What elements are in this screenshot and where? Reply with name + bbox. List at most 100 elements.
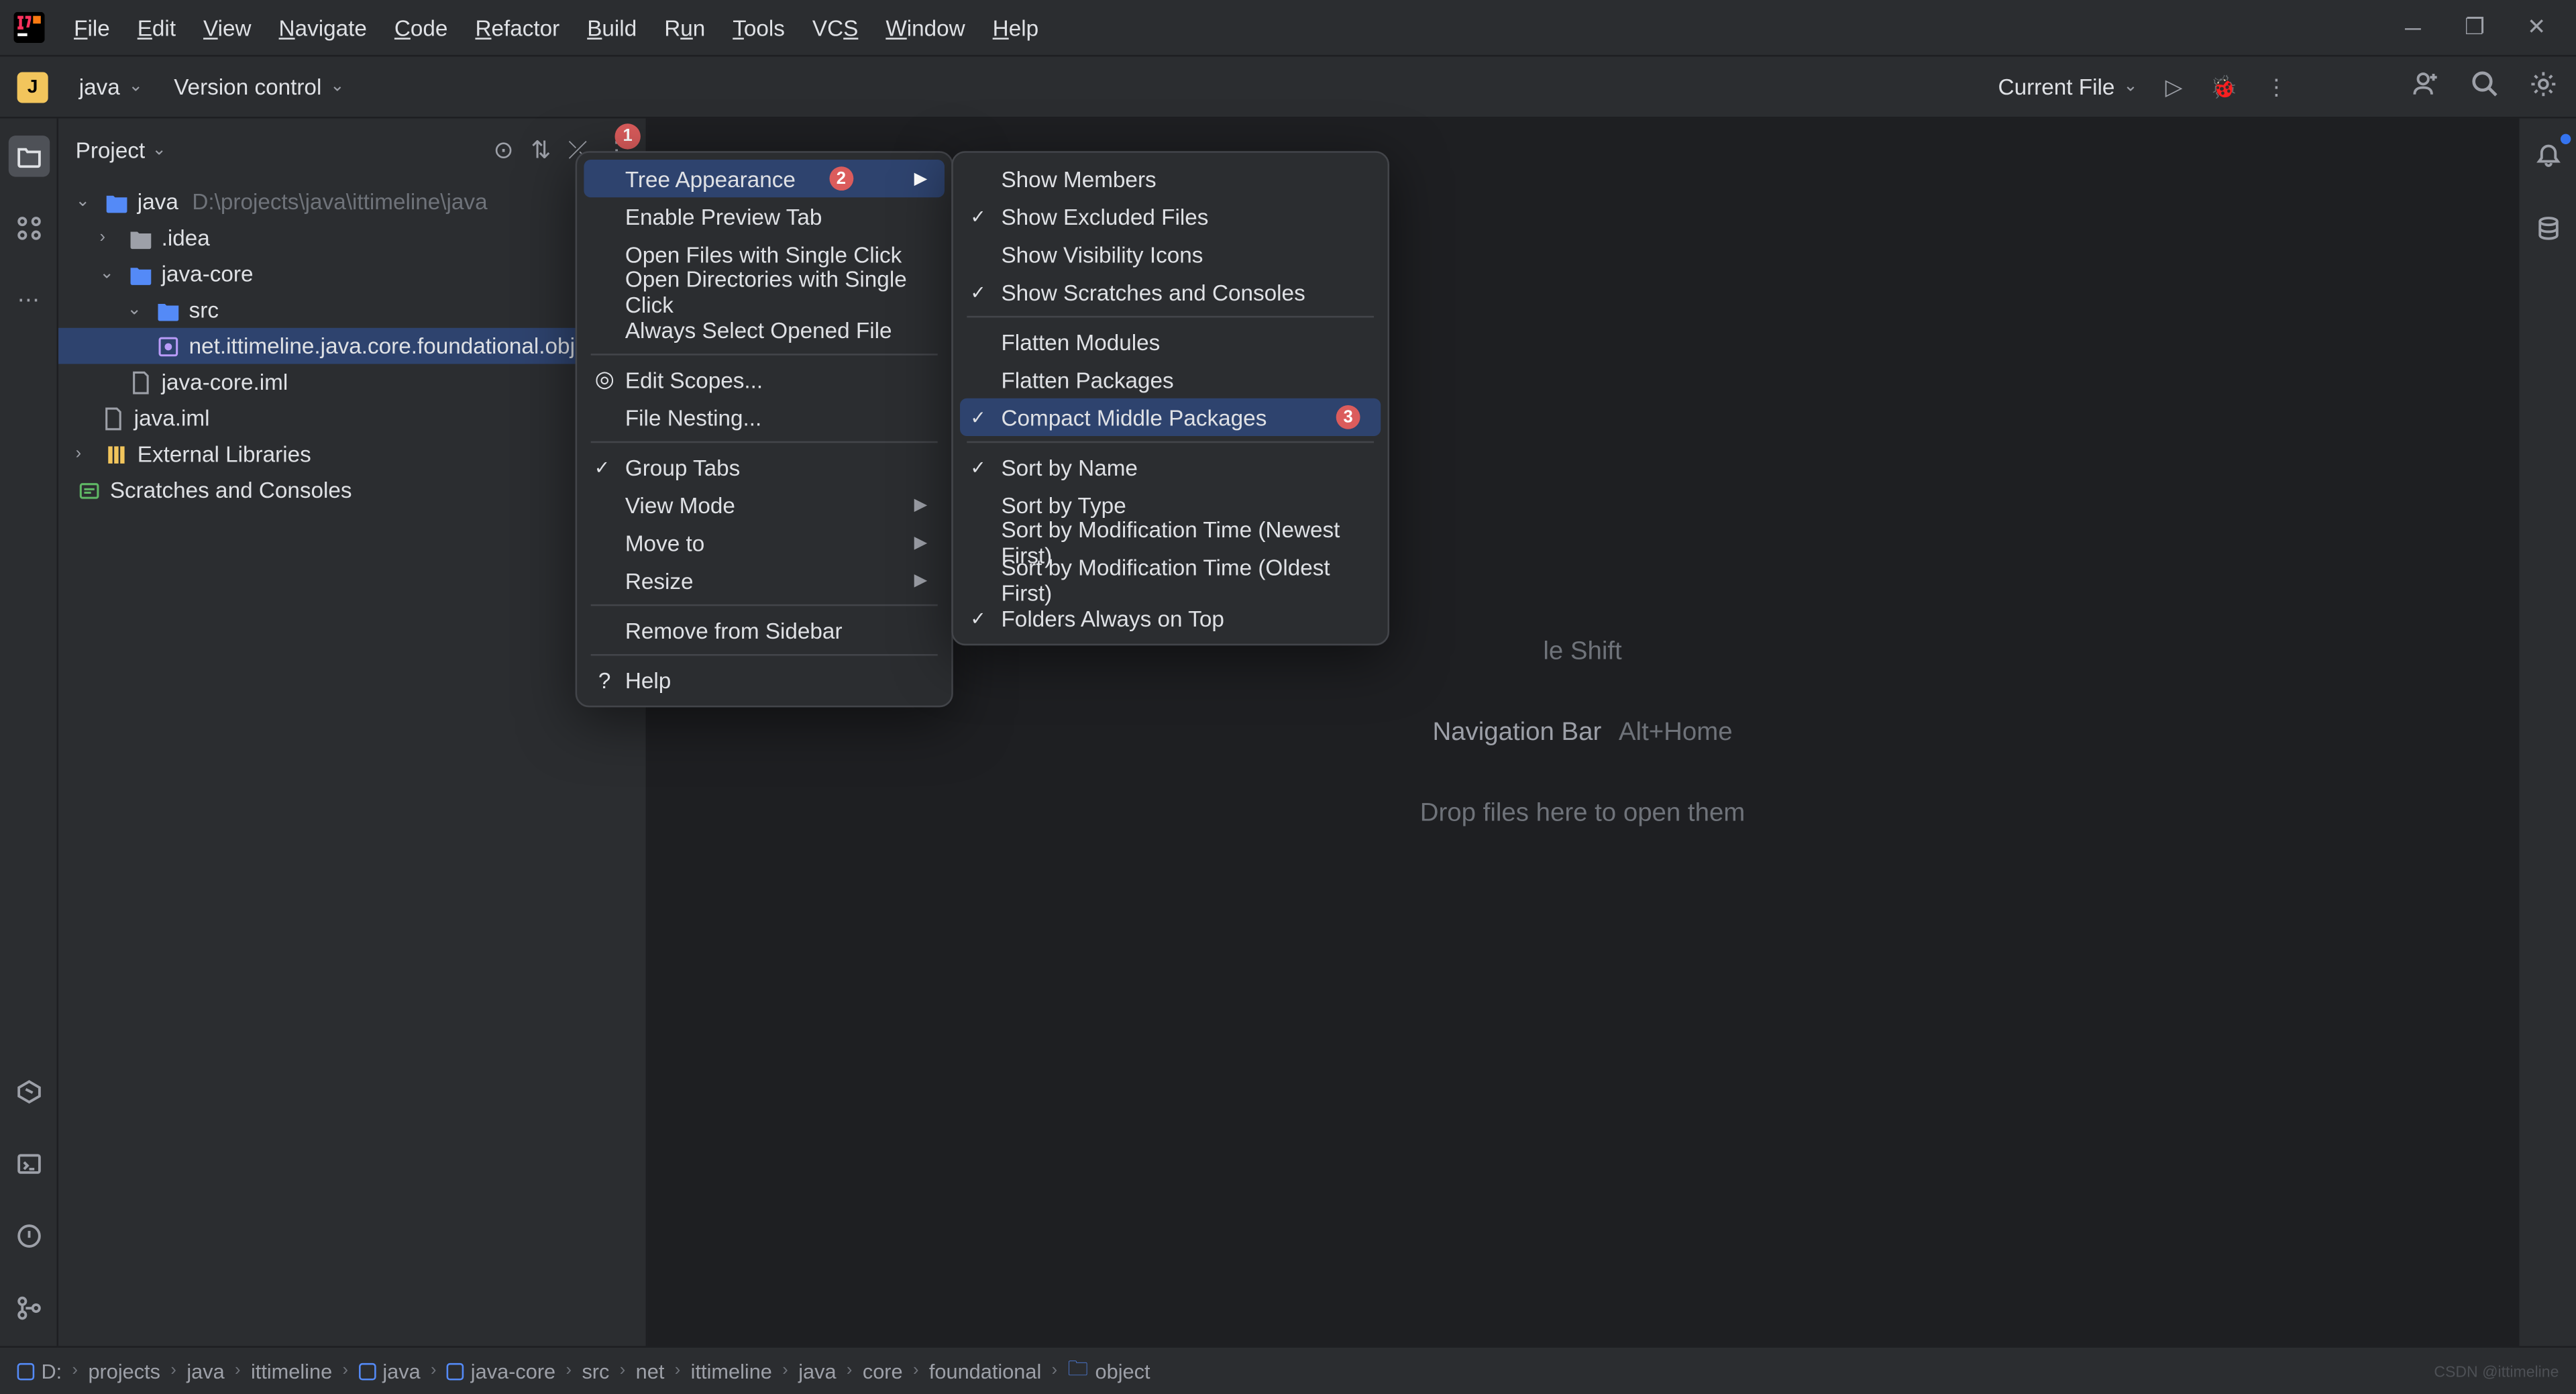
select-opened-file-icon[interactable]: ⊙ bbox=[494, 135, 514, 164]
menu-always-select[interactable]: Always Select Opened File bbox=[584, 311, 945, 348]
version-control-selector[interactable]: Version control ⌄ bbox=[174, 74, 344, 99]
menu-window[interactable]: Window bbox=[873, 8, 977, 48]
run-config-selector[interactable]: Current File ⌄ bbox=[1998, 74, 2138, 99]
breadcrumb-item[interactable]: core bbox=[863, 1359, 903, 1383]
tree-external-libraries[interactable]: › External Libraries bbox=[58, 436, 646, 472]
menu-show-excluded[interactable]: ✓Show Excluded Files bbox=[960, 197, 1381, 235]
menu-show-visibility[interactable]: Show Visibility Icons bbox=[960, 235, 1381, 273]
chevron-right-icon: ▶ bbox=[914, 495, 928, 514]
menu-remove-sidebar[interactable]: Remove from Sidebar bbox=[584, 611, 945, 649]
tree-core-iml[interactable]: java-core.iml bbox=[58, 364, 646, 400]
menu-navigate[interactable]: Navigate bbox=[267, 8, 379, 48]
project-panel-title[interactable]: Project ⌄ bbox=[76, 136, 166, 162]
project-tool-button[interactable] bbox=[8, 136, 49, 176]
menu-edit[interactable]: Edit bbox=[125, 8, 188, 48]
project-selector[interactable]: java ⌄ bbox=[79, 74, 143, 99]
drop-files-hint: Drop files here to open them bbox=[1420, 798, 1746, 828]
tree-java-iml[interactable]: java.iml bbox=[58, 400, 646, 436]
breadcrumb-item[interactable]: src bbox=[582, 1359, 609, 1383]
code-with-me-icon[interactable] bbox=[2411, 68, 2442, 105]
debug-icon[interactable]: 🐞 bbox=[2210, 73, 2237, 101]
git-tool-button[interactable] bbox=[8, 1287, 49, 1328]
services-tool-button[interactable] bbox=[8, 1071, 49, 1112]
breadcrumb-item[interactable]: foundational bbox=[929, 1359, 1041, 1383]
window-controls: ─ ❐ ✕ bbox=[2398, 12, 2563, 43]
menu-sort-mod-old[interactable]: Sort by Modification Time (Oldest First) bbox=[960, 561, 1381, 599]
menu-edit-scopes[interactable]: ◎Edit Scopes... bbox=[584, 360, 945, 398]
breadcrumb-item[interactable]: java-core bbox=[447, 1359, 555, 1383]
maximize-button[interactable]: ❐ bbox=[2459, 12, 2490, 43]
breadcrumb-item[interactable]: java bbox=[358, 1359, 420, 1383]
left-tool-rail: ⋯ bbox=[0, 119, 58, 1346]
nav-bar-shortcut: Alt+Home bbox=[1619, 718, 1733, 747]
menu-separator bbox=[591, 354, 938, 356]
breadcrumb-item[interactable]: D: bbox=[17, 1359, 62, 1383]
tree-idea-folder[interactable]: › .idea bbox=[58, 220, 646, 256]
expand-all-icon[interactable]: ⇅ bbox=[531, 135, 551, 164]
menu-help[interactable]: ?Help bbox=[584, 661, 945, 698]
menu-flatten-packages[interactable]: Flatten Packages bbox=[960, 360, 1381, 398]
menu-code[interactable]: Code bbox=[382, 8, 460, 48]
check-icon: ✓ bbox=[970, 607, 986, 629]
tree-root[interactable]: ⌄ java D:\projects\java\ittimeline\java bbox=[58, 184, 646, 220]
run-icon[interactable]: ▷ bbox=[2165, 73, 2183, 101]
menu-view-mode[interactable]: View Mode▶ bbox=[584, 486, 945, 523]
menu-help[interactable]: Help bbox=[981, 8, 1051, 48]
tree-appearance-submenu: Show Members ✓Show Excluded Files Show V… bbox=[951, 151, 1389, 645]
badge: 3 bbox=[1336, 405, 1360, 429]
close-button[interactable]: ✕ bbox=[2521, 12, 2552, 43]
menu-tools[interactable]: Tools bbox=[720, 8, 797, 48]
breadcrumb-item[interactable]: java bbox=[798, 1359, 836, 1383]
menu-group-tabs[interactable]: ✓Group Tabs bbox=[584, 448, 945, 486]
minimize-button[interactable]: ─ bbox=[2398, 12, 2428, 43]
project-name-label: java bbox=[79, 74, 120, 99]
menu-run[interactable]: Run bbox=[652, 8, 717, 48]
menu-file[interactable]: File bbox=[62, 8, 122, 48]
menu-tree-appearance[interactable]: Tree Appearance 2 ▶ bbox=[584, 160, 945, 197]
menu-file-nesting[interactable]: File Nesting... bbox=[584, 398, 945, 436]
menu-enable-preview[interactable]: Enable Preview Tab bbox=[584, 197, 945, 235]
tree-label: java-core bbox=[162, 261, 254, 286]
more-actions-icon[interactable]: ⋮ bbox=[2265, 73, 2288, 101]
menu-sort-name[interactable]: ✓Sort by Name bbox=[960, 448, 1381, 486]
menu-show-members[interactable]: Show Members bbox=[960, 160, 1381, 197]
options-badge: 1 bbox=[614, 123, 640, 148]
tree-package-selected[interactable]: net.ittimeline.java.core.foundational.ob… bbox=[58, 328, 646, 364]
notifications-button[interactable] bbox=[2527, 136, 2568, 176]
menu-separator bbox=[591, 654, 938, 656]
settings-icon[interactable] bbox=[2528, 68, 2559, 105]
chevron-down-icon: ⌄ bbox=[127, 301, 148, 319]
menu-flatten-modules[interactable]: Flatten Modules bbox=[960, 323, 1381, 360]
badge: 2 bbox=[829, 166, 853, 191]
menu-compact-middle[interactable]: ✓Compact Middle Packages3 bbox=[960, 398, 1381, 436]
search-icon[interactable] bbox=[2469, 68, 2500, 105]
menu-folders-top[interactable]: ✓Folders Always on Top bbox=[960, 599, 1381, 637]
project-tree[interactable]: ⌄ java D:\projects\java\ittimeline\java … bbox=[58, 180, 646, 1346]
breadcrumb-item[interactable]: projects bbox=[88, 1359, 160, 1383]
tree-src-folder[interactable]: ⌄ src bbox=[58, 292, 646, 328]
menu-show-scratches[interactable]: ✓Show Scratches and Consoles bbox=[960, 273, 1381, 311]
menu-refactor[interactable]: Refactor bbox=[464, 8, 572, 48]
menu-open-dirs-single[interactable]: Open Directories with Single Click bbox=[584, 273, 945, 311]
menu-vcs[interactable]: VCS bbox=[800, 8, 870, 48]
structure-tool-button[interactable] bbox=[8, 208, 49, 249]
database-tool-button[interactable] bbox=[2527, 208, 2568, 249]
menu-separator bbox=[967, 441, 1374, 443]
menu-view[interactable]: View bbox=[191, 8, 263, 48]
breadcrumb-item[interactable]: java bbox=[186, 1359, 224, 1383]
project-icon[interactable]: J bbox=[17, 71, 48, 102]
breadcrumb-item[interactable]: ittimeline bbox=[251, 1359, 332, 1383]
breadcrumb-item[interactable]: ittimeline bbox=[691, 1359, 772, 1383]
breadcrumb-item[interactable]: net bbox=[636, 1359, 665, 1383]
menu-build[interactable]: Build bbox=[575, 8, 649, 48]
terminal-tool-button[interactable] bbox=[8, 1143, 49, 1184]
chevron-down-icon: ⌄ bbox=[76, 193, 97, 211]
problems-tool-button[interactable] bbox=[8, 1216, 49, 1256]
tree-scratches[interactable]: Scratches and Consoles bbox=[58, 472, 646, 508]
breadcrumb-item[interactable]: 🗀object bbox=[1068, 1353, 1150, 1389]
tree-java-core-module[interactable]: ⌄ java-core bbox=[58, 256, 646, 292]
menu-resize[interactable]: Resize▶ bbox=[584, 561, 945, 599]
menu-move-to[interactable]: Move to▶ bbox=[584, 524, 945, 561]
more-tool-button[interactable]: ⋯ bbox=[8, 280, 49, 321]
run-target-label: Current File bbox=[1998, 74, 2115, 99]
